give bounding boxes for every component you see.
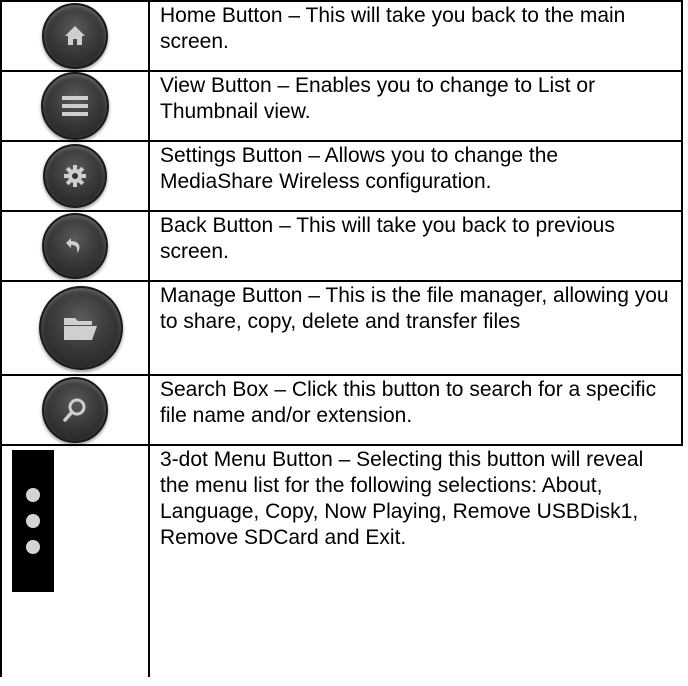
table-row: Home Button – This will take you back to… [0, 0, 683, 72]
home-icon [65, 26, 85, 45]
button-legend-table: Home Button – This will take you back to… [0, 0, 683, 677]
icon-cell [0, 140, 150, 212]
row-description: View Button – Enables you to change to L… [148, 70, 683, 142]
row-description: Back Button – This will take you back to… [148, 210, 683, 282]
dot [26, 488, 40, 502]
table-row: Search Box – Click this button to search… [0, 374, 683, 446]
table-row: Back Button – This will take you back to… [0, 210, 683, 282]
manage-button [39, 286, 123, 370]
view-button [41, 72, 109, 140]
row-description: Manage Button – This is the file manager… [148, 280, 683, 376]
row-description: Home Button – This will take you back to… [148, 0, 683, 72]
search-button [42, 377, 108, 443]
table-row: Settings Button – Allows you to change t… [0, 140, 683, 212]
row-description: Settings Button – Allows you to change t… [148, 140, 683, 212]
back-button [42, 213, 108, 279]
list-view-icon [62, 96, 88, 116]
icon-cell [0, 374, 150, 446]
row-description: Search Box – Click this button to search… [148, 374, 683, 446]
dot [26, 540, 40, 554]
table-row: View Button – Enables you to change to L… [0, 70, 683, 142]
search-icon [63, 398, 86, 422]
table-row: Manage Button – This is the file manager… [0, 280, 683, 376]
gear-icon [64, 165, 86, 187]
settings-button [43, 144, 107, 208]
folder-icon [64, 318, 97, 340]
dot [26, 514, 40, 528]
row-description: 3-dot Menu Button – Selecting this butto… [148, 444, 682, 677]
icon-cell [0, 280, 150, 376]
three-dot-menu-icon [12, 450, 54, 592]
icon-cell [0, 210, 150, 282]
back-arrow-icon [66, 238, 80, 253]
home-button [42, 3, 108, 69]
icon-cell [0, 70, 150, 142]
icon-cell [0, 444, 150, 677]
table-row: 3-dot Menu Button – Selecting this butto… [0, 444, 682, 677]
icon-cell [0, 0, 150, 72]
